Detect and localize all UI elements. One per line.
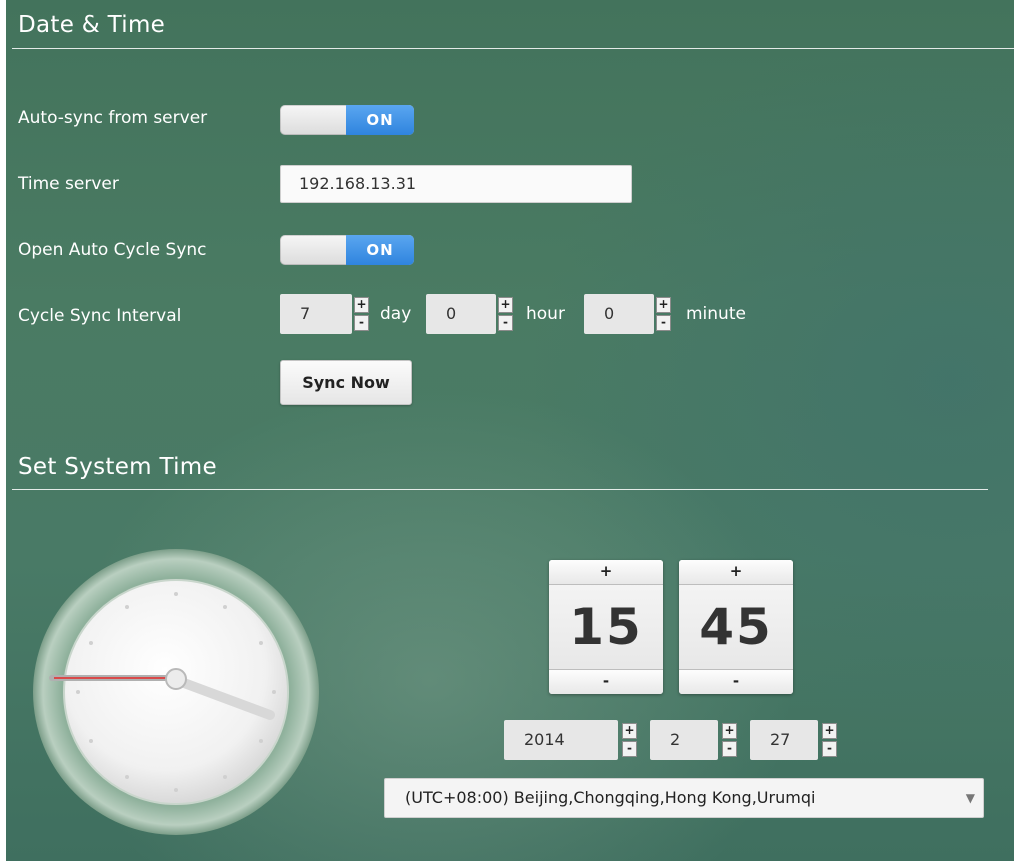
chevron-down-icon[interactable]: ▼ <box>966 779 975 817</box>
minute-stepper[interactable]: 0 + - <box>584 294 676 334</box>
clock-center-pin <box>165 668 187 690</box>
section-divider <box>12 489 988 490</box>
auto-sync-label: Auto-sync from server <box>18 108 208 128</box>
day-of-month-decrement-button[interactable]: - <box>822 741 837 757</box>
hour-plus-button[interactable]: + <box>549 560 663 585</box>
month-value[interactable]: 2 <box>650 720 718 760</box>
minute-flip-picker[interactable]: + 45 - <box>679 560 793 694</box>
minute-decrement-button[interactable]: - <box>656 315 671 331</box>
time-server-input[interactable]: 192.168.13.31 <box>280 165 632 203</box>
section-divider <box>12 48 1014 49</box>
day-of-month-increment-button[interactable]: + <box>822 723 837 739</box>
minute-unit-label: minute <box>686 304 746 324</box>
sync-now-button[interactable]: Sync Now <box>280 360 412 405</box>
day-of-month-stepper[interactable]: 27 + - <box>750 720 838 760</box>
auto-sync-toggle[interactable]: ON <box>280 105 414 135</box>
cycle-sync-interval-label: Cycle Sync Interval <box>18 306 182 326</box>
year-stepper[interactable]: 2014 + - <box>504 720 640 760</box>
minute-minus-button[interactable]: - <box>679 669 793 694</box>
month-stepper[interactable]: 2 + - <box>650 720 738 760</box>
auto-cycle-sync-label: Open Auto Cycle Sync <box>18 240 207 260</box>
minute-plus-button[interactable]: + <box>679 560 793 585</box>
hour-flip-picker[interactable]: + 15 - <box>549 560 663 694</box>
day-value[interactable]: 7 <box>280 294 352 334</box>
day-unit-label: day <box>380 304 412 324</box>
clock-face <box>63 579 289 805</box>
toggle-on-indicator: ON <box>346 105 414 135</box>
month-decrement-button[interactable]: - <box>722 741 737 757</box>
year-decrement-button[interactable]: - <box>622 741 637 757</box>
day-decrement-button[interactable]: - <box>354 315 369 331</box>
month-increment-button[interactable]: + <box>722 723 737 739</box>
year-value[interactable]: 2014 <box>504 720 618 760</box>
section-title-set-system-time: Set System Time <box>18 454 217 480</box>
year-increment-button[interactable]: + <box>622 723 637 739</box>
timezone-selected-value: (UTC+08:00) Beijing,Chongqing,Hong Kong,… <box>405 788 816 807</box>
hour-stepper[interactable]: 0 + - <box>426 294 518 334</box>
day-stepper[interactable]: 7 + - <box>280 294 372 334</box>
left-border <box>0 0 6 861</box>
toggle-on-indicator: ON <box>346 235 414 265</box>
auto-cycle-sync-toggle[interactable]: ON <box>280 235 414 265</box>
minute-increment-button[interactable]: + <box>656 297 671 313</box>
analog-clock <box>33 549 319 835</box>
hour-display: 15 <box>569 598 643 656</box>
hour-unit-label: hour <box>526 304 565 324</box>
timezone-select[interactable]: (UTC+08:00) Beijing,Chongqing,Hong Kong,… <box>384 778 984 818</box>
minute-display: 45 <box>699 598 773 656</box>
section-title-date-time: Date & Time <box>18 12 166 38</box>
hour-decrement-button[interactable]: - <box>498 315 513 331</box>
hour-minus-button[interactable]: - <box>549 669 663 694</box>
hour-value[interactable]: 0 <box>426 294 496 334</box>
hour-increment-button[interactable]: + <box>498 297 513 313</box>
minute-value[interactable]: 0 <box>584 294 654 334</box>
day-increment-button[interactable]: + <box>354 297 369 313</box>
time-server-label: Time server <box>18 174 119 194</box>
day-of-month-value[interactable]: 27 <box>750 720 818 760</box>
